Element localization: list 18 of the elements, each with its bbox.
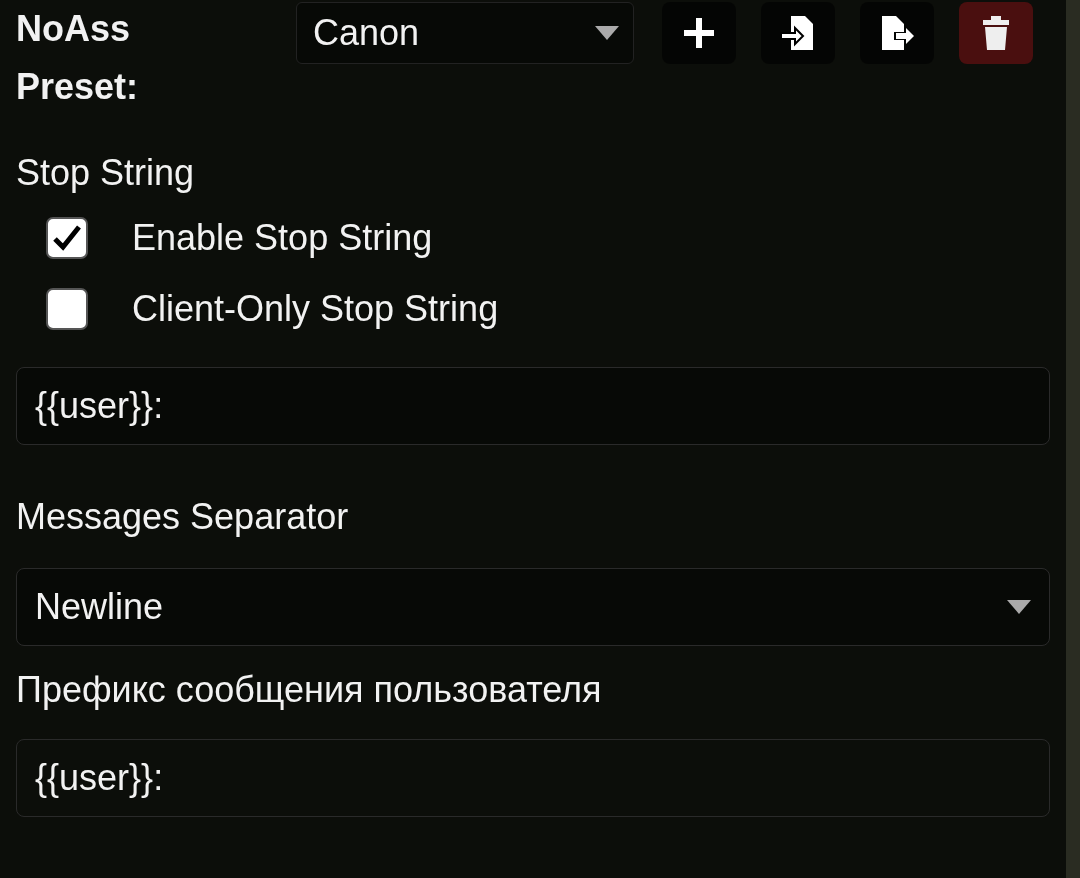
import-button[interactable] xyxy=(761,2,835,64)
section-heading: Stop String xyxy=(16,151,196,195)
delete-button[interactable] xyxy=(959,2,1033,64)
prefix-field[interactable]: {{user}}: xyxy=(16,738,1050,817)
checkbox-label: Client-Only Stop String xyxy=(132,287,499,331)
preset-label: NoAss Preset: xyxy=(16,7,140,109)
dropdown-caret-icon xyxy=(1007,599,1031,614)
preset-select[interactable]: Canon xyxy=(296,2,634,64)
checkbox[interactable] xyxy=(46,287,88,330)
export-button[interactable] xyxy=(860,2,934,64)
section-heading: Префикс сообщения пользователя xyxy=(16,667,603,711)
stop-string-field[interactable]: {{user}}: xyxy=(16,366,1050,445)
dropdown-caret-icon xyxy=(595,26,619,40)
checkbox[interactable] xyxy=(46,216,88,259)
separator-select[interactable]: Newline xyxy=(16,567,1050,646)
section-heading: Messages Separator xyxy=(16,494,350,538)
add-button[interactable] xyxy=(662,2,736,64)
checkbox-label: Enable Stop String xyxy=(132,216,433,260)
